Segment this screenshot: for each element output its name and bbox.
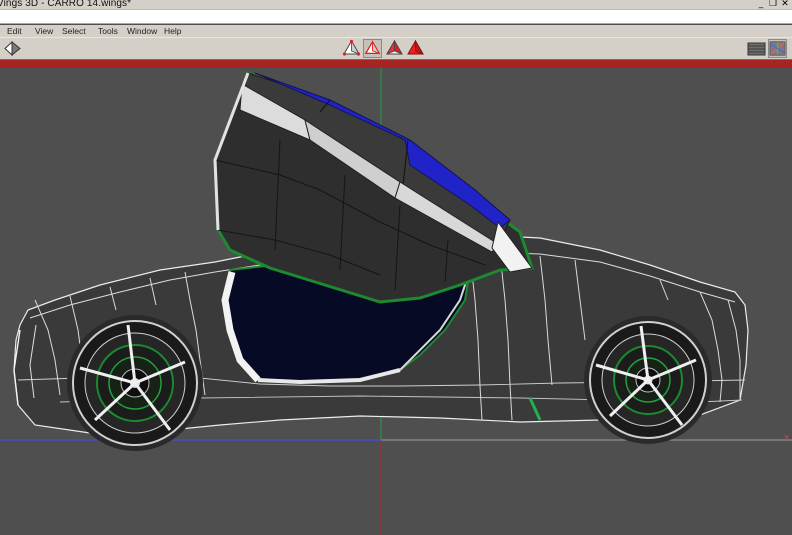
menu-tools[interactable]: Tools	[98, 25, 118, 37]
restore-button[interactable]: ❐	[768, 0, 778, 9]
window-titlebar: Vings 3D - CARRO 14.wings* _ ❐ ✕	[0, 0, 792, 10]
menu-help[interactable]: Help	[164, 25, 181, 37]
face-mode-icon[interactable]	[385, 39, 404, 58]
menu-bar: Edit View Select Tools Window Help	[0, 25, 792, 37]
menu-view[interactable]: View	[35, 25, 53, 37]
window-title: Vings 3D - CARRO 14.wings*	[0, 0, 132, 9]
edge-mode-icon[interactable]	[363, 39, 382, 58]
viewport-header-bar	[0, 59, 792, 68]
groundplane-icon[interactable]	[747, 39, 766, 58]
body-mode-icon[interactable]	[406, 39, 425, 58]
window-controls: _ ❐ ✕	[756, 0, 790, 10]
viewport-3d[interactable]: ×	[0, 68, 792, 535]
x-axis-marker: ×	[784, 432, 789, 442]
car-model: ×	[0, 68, 792, 535]
menu-edit[interactable]: Edit	[7, 25, 22, 37]
menu-window[interactable]: Window	[127, 25, 157, 37]
toolbar	[0, 37, 792, 59]
menu-select[interactable]: Select	[62, 25, 86, 37]
vertex-mode-icon[interactable]	[342, 39, 361, 58]
rear-wheel	[67, 315, 203, 451]
minimize-button[interactable]: _	[756, 0, 766, 9]
selection-cursor-icon[interactable]	[3, 39, 22, 58]
front-wheel	[584, 316, 712, 444]
blank-strip	[0, 10, 792, 24]
axes-toggle-icon[interactable]	[768, 39, 787, 58]
close-button[interactable]: ✕	[780, 0, 790, 9]
